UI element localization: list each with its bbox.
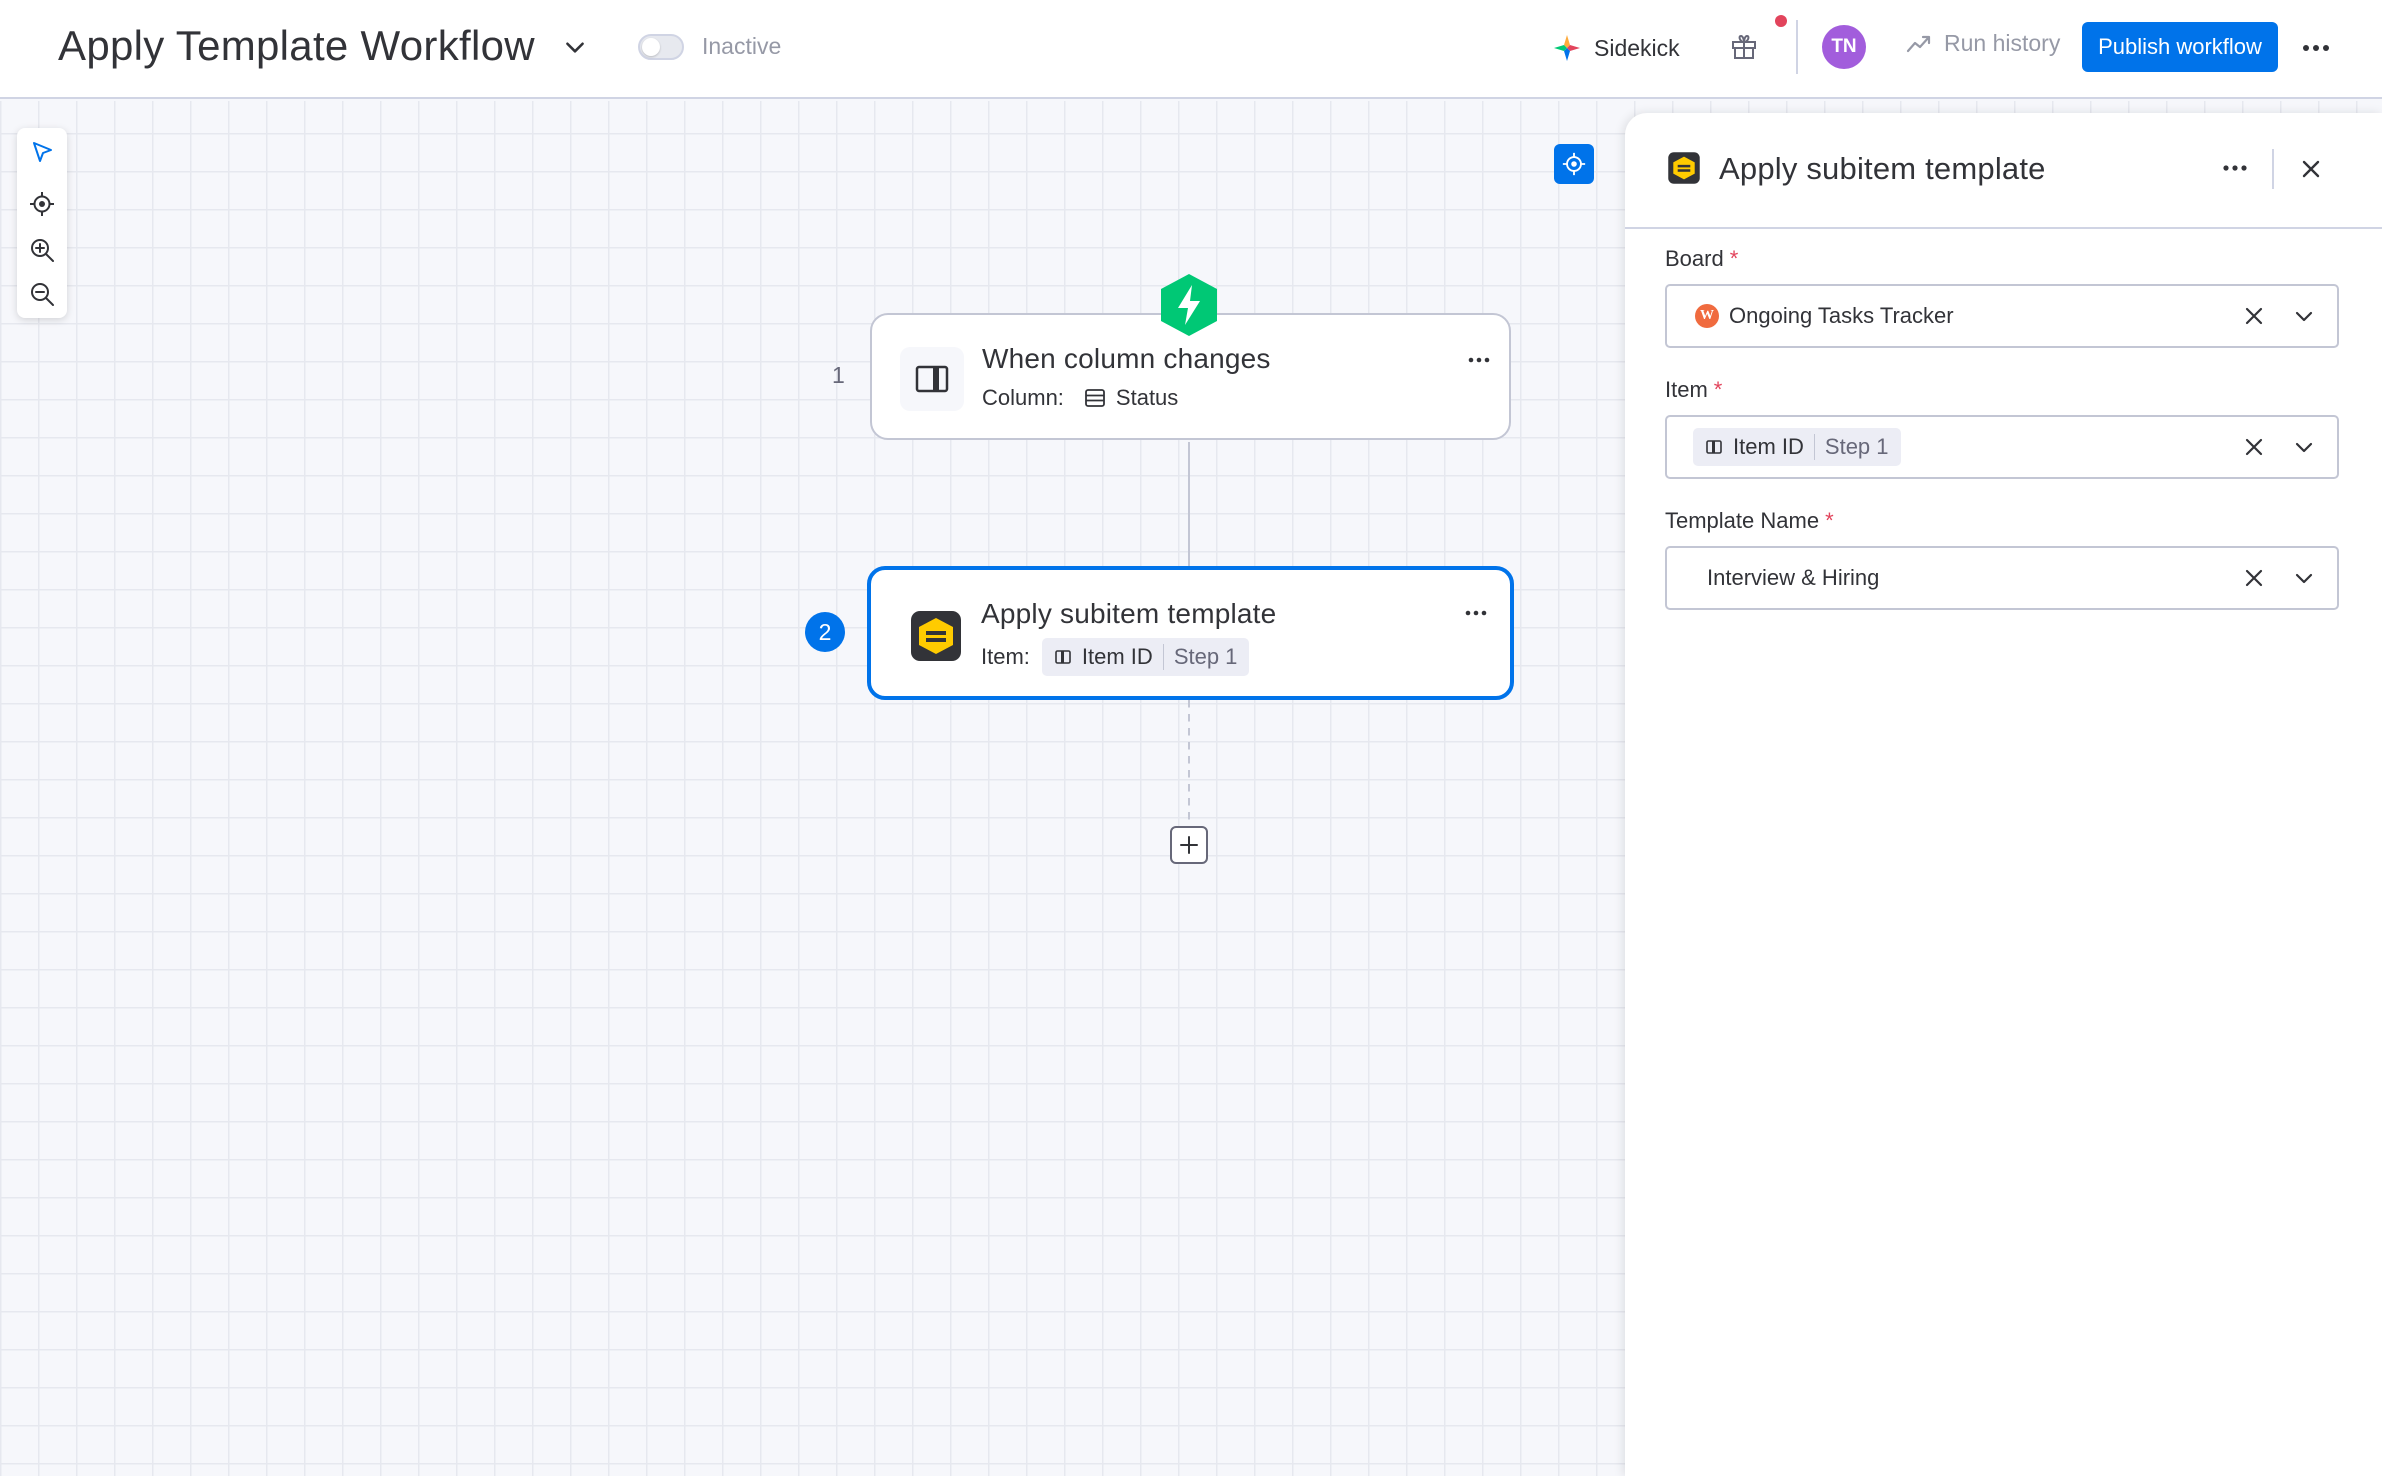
header-divider bbox=[1796, 20, 1798, 74]
plus-icon bbox=[1180, 836, 1198, 854]
sidekick-icon bbox=[1554, 35, 1580, 61]
column-label: Column: bbox=[982, 385, 1064, 410]
template-name-label: Template Name * bbox=[1665, 508, 1834, 534]
template-name-value: Interview & Hiring bbox=[1707, 565, 1880, 590]
avatar[interactable]: TN bbox=[1822, 25, 1866, 69]
chevron-down-icon[interactable] bbox=[562, 34, 588, 60]
board-value: W Ongoing Tasks Tracker bbox=[1695, 286, 1954, 346]
step-settings-panel: Apply subitem template Board * W Ongoing … bbox=[1625, 113, 2382, 1476]
column-value: Status bbox=[1115, 385, 1179, 410]
required-mark: * bbox=[1825, 508, 1834, 533]
item-value: Item ID Step 1 bbox=[1693, 417, 1901, 477]
required-mark: * bbox=[1729, 246, 1739, 271]
recenter-button[interactable] bbox=[1554, 144, 1594, 184]
node-title: Apply subitem template bbox=[981, 598, 1277, 629]
template-name-select[interactable]: Interview & Hiring bbox=[1665, 546, 2339, 610]
node-icon-box bbox=[900, 347, 964, 411]
board-badge: W bbox=[1695, 304, 1719, 328]
template-icon bbox=[911, 611, 961, 661]
item-id-icon bbox=[1055, 650, 1071, 664]
node-connector bbox=[1188, 442, 1190, 568]
toggle-knob bbox=[642, 38, 660, 56]
more-icon[interactable] bbox=[1464, 345, 1494, 375]
panel-divider bbox=[2272, 149, 2274, 189]
zoom-in-icon[interactable] bbox=[28, 236, 56, 264]
item-select[interactable]: Item ID Step 1 bbox=[1665, 415, 2339, 479]
item-id-chip[interactable]: Item ID Step 1 bbox=[1693, 428, 1901, 466]
notification-dot bbox=[1775, 15, 1787, 27]
select-icon[interactable] bbox=[28, 138, 56, 166]
more-icon[interactable] bbox=[1461, 598, 1491, 628]
item-id-icon bbox=[1706, 440, 1722, 454]
sidekick-label: Sidekick bbox=[1594, 34, 1680, 61]
item-id-chip: Item ID Step 1 bbox=[1041, 638, 1250, 676]
status-column-icon bbox=[1085, 389, 1105, 407]
required-mark: * bbox=[1713, 377, 1723, 402]
chip-label: Item ID bbox=[1733, 434, 1804, 459]
sidekick-button[interactable]: Sidekick bbox=[1552, 28, 1680, 68]
status-label: Inactive bbox=[702, 33, 782, 59]
item-label: Item * bbox=[1665, 377, 1722, 403]
canvas-toolbar bbox=[17, 128, 67, 318]
run-history-label: Run history bbox=[1944, 30, 2061, 56]
node-title: When column changes bbox=[982, 343, 1271, 374]
target-icon[interactable] bbox=[28, 190, 56, 218]
node-subtitle: Column: Status bbox=[982, 385, 1178, 411]
close-icon[interactable] bbox=[2297, 155, 2325, 183]
chip-step: Step 1 bbox=[1813, 434, 1889, 460]
node-icon-box bbox=[904, 604, 968, 668]
template-name-label-text: Template Name bbox=[1665, 508, 1820, 533]
board-value-text: Ongoing Tasks Tracker bbox=[1729, 303, 1954, 328]
top-bar: Apply Template Workflow Inactive Sidekic… bbox=[0, 0, 2382, 99]
board-select[interactable]: W Ongoing Tasks Tracker bbox=[1665, 284, 2339, 348]
board-label-text: Board bbox=[1665, 246, 1724, 271]
clear-icon[interactable] bbox=[2241, 434, 2267, 460]
chip-label: Item ID bbox=[1081, 644, 1153, 669]
add-step-button[interactable] bbox=[1170, 826, 1208, 864]
item-label-text: Item bbox=[1665, 377, 1708, 402]
item-label: Item: bbox=[981, 644, 1030, 669]
column-reference: Status bbox=[1084, 385, 1178, 411]
step-number: 1 bbox=[832, 362, 845, 388]
target-icon bbox=[1562, 152, 1586, 176]
panel-title: Apply subitem template bbox=[1719, 151, 2046, 186]
zoom-out-icon[interactable] bbox=[28, 280, 56, 308]
publish-workflow-button[interactable]: Publish workflow bbox=[2082, 22, 2278, 72]
panel-header: Apply subitem template bbox=[1625, 113, 2382, 229]
chip-step: Step 1 bbox=[1162, 644, 1237, 670]
clear-icon[interactable] bbox=[2241, 303, 2267, 329]
chevron-down-icon[interactable] bbox=[2291, 434, 2317, 460]
action-node[interactable]: Apply subitem template Item: Item ID Ste… bbox=[867, 566, 1514, 700]
run-history-icon bbox=[1906, 35, 1931, 52]
more-icon[interactable] bbox=[2298, 30, 2334, 66]
gift-icon[interactable] bbox=[1728, 30, 1760, 62]
template-icon bbox=[1668, 152, 1700, 184]
run-history-button[interactable]: Run history bbox=[1906, 30, 2060, 57]
clear-icon[interactable] bbox=[2241, 565, 2267, 591]
active-toggle[interactable] bbox=[638, 34, 684, 60]
node-subtitle: Item: Item ID Step 1 bbox=[981, 638, 1250, 676]
board-label: Board * bbox=[1665, 246, 1738, 272]
chevron-down-icon[interactable] bbox=[2291, 303, 2317, 329]
lightning-icon bbox=[1161, 274, 1217, 336]
node-connector-dashed bbox=[1188, 700, 1190, 820]
workflow-title[interactable]: Apply Template Workflow bbox=[58, 22, 535, 70]
more-icon[interactable] bbox=[2217, 153, 2253, 183]
column-icon bbox=[915, 365, 949, 393]
step-badge: 2 bbox=[805, 612, 845, 652]
chevron-down-icon[interactable] bbox=[2291, 565, 2317, 591]
